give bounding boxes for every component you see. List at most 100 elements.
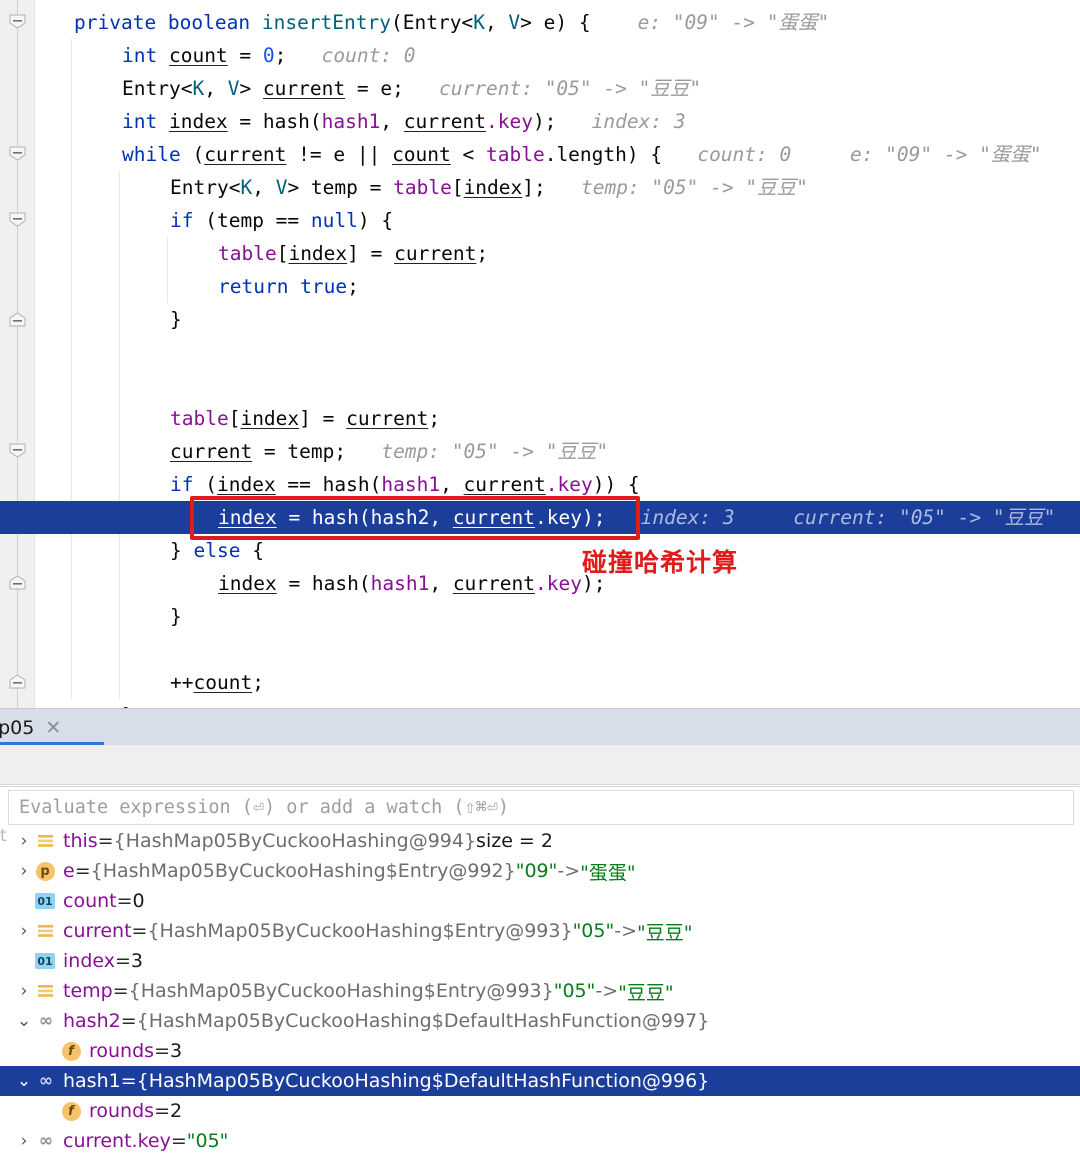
editor-tab-bar[interactable]: hMap05 ✕: [0, 708, 1080, 746]
code-line[interactable]: table[index] = current;: [170, 402, 440, 435]
code-line[interactable]: }: [170, 303, 182, 336]
variable-row[interactable]: f rounds = 3: [0, 1036, 1080, 1066]
inline-debug-hint: index: 3: [556, 110, 686, 133]
code-token: .length) {: [544, 143, 663, 166]
inline-debug-hint: count: 0 e: "09" -> "蛋蛋": [662, 143, 1042, 166]
chevron-right-icon[interactable]: ›: [14, 981, 34, 1001]
code-line[interactable]: Entry<K, V> temp = table[index]; temp: "…: [170, 171, 808, 204]
chevron-down-icon[interactable]: ⌄: [14, 1011, 34, 1031]
variable-row[interactable]: ⌄ ∞ hash2 = {HashMap05ByCuckooHashing$Defa…: [0, 1006, 1080, 1036]
code-token: ] =: [347, 242, 395, 265]
code-line[interactable]: current = temp; temp: "05" -> "豆豆": [170, 435, 608, 468]
chevron-right-icon[interactable]: ›: [14, 831, 34, 851]
evaluate-expression-bar[interactable]: Evaluate expression (⏎) or add a watch (…: [0, 786, 1080, 827]
code-line[interactable]: }: [170, 600, 182, 633]
code-token: index: [168, 110, 228, 133]
variable-arrow: ->: [595, 980, 619, 1002]
variable-row[interactable]: › p e = {HashMap05ByCuckooHashing$Entry@99…: [0, 856, 1080, 886]
code-token: index: [240, 407, 300, 430]
code-token: ,: [204, 77, 228, 100]
variable-name: rounds: [89, 1100, 155, 1122]
variable-row[interactable]: f rounds = 2: [0, 1096, 1080, 1126]
code-line[interactable]: table[index] = current;: [218, 237, 488, 270]
code-line[interactable]: private boolean insertEntry(Entry<K, V> …: [74, 6, 829, 39]
code-lines[interactable]: private boolean insertEntry(Entry<K, V> …: [0, 0, 1080, 708]
object-icon: [34, 924, 56, 939]
chevron-right-icon[interactable]: ›: [14, 921, 34, 941]
code-line[interactable]: while (current != e || count < table.len…: [122, 138, 1042, 171]
variable-name: current: [63, 920, 132, 942]
tab-hmap05[interactable]: hMap05 ✕: [0, 709, 73, 746]
variable-row[interactable]: ⌄ ∞ hash1 = {HashMap05ByCuckooHashing$Defa…: [0, 1066, 1080, 1096]
inline-debug-hint: temp: "05" -> "豆豆": [545, 176, 808, 199]
code-line[interactable]: Entry<K, V> current = e; current: "05" -…: [122, 72, 701, 105]
variable-arrow: ->: [557, 860, 581, 882]
variable-row[interactable]: › current = {HashMap05ByCuckooHashing$Ent…: [0, 916, 1080, 946]
close-icon[interactable]: ✕: [45, 717, 61, 739]
variable-name: count: [63, 890, 117, 912]
variable-row[interactable]: › ∞ current.key = "05": [0, 1126, 1080, 1156]
code-token: }: [170, 605, 182, 628]
watch-icon: ∞: [38, 1131, 53, 1151]
annotation-box: [190, 496, 640, 540]
code-token: > e) {: [520, 11, 591, 34]
variable-equals: =: [131, 920, 148, 942]
watch-icon: ∞: [38, 1071, 53, 1091]
code-line[interactable]: }: [122, 699, 134, 708]
code-token: K: [192, 77, 205, 100]
code-token: current: [170, 440, 253, 463]
code-token: table: [393, 176, 452, 199]
variable-row[interactable]: t › this = {HashMap05ByCuckooHashing@994} …: [0, 826, 1080, 856]
variable-name: this: [63, 830, 98, 852]
code-token: current: [403, 110, 486, 133]
variable-name: temp: [63, 980, 113, 1002]
code-token: ,: [484, 11, 509, 34]
variable-equals: =: [97, 830, 114, 852]
chevron-right-icon[interactable]: ›: [14, 861, 34, 881]
code-token: (: [205, 473, 217, 496]
variable-row[interactable]: › temp = {HashMap05ByCuckooHashing$Entry@…: [0, 976, 1080, 1006]
panel-edge-fragment: [0, 946, 9, 976]
variable-row[interactable]: 01 index = 3: [0, 946, 1080, 976]
code-token: ,: [380, 110, 404, 133]
code-token: hash1: [321, 110, 381, 133]
variable-number: 3: [169, 1040, 183, 1062]
code-editor[interactable]: private boolean insertEntry(Entry<K, V> …: [0, 0, 1080, 708]
code-token: count: [168, 44, 228, 67]
watch-icon: ∞: [38, 1011, 53, 1031]
code-token: hash1: [370, 572, 430, 595]
code-token: );: [532, 110, 557, 133]
code-line[interactable]: int count = 0; count: 0: [122, 39, 416, 72]
variable-row[interactable]: 01 count = 0: [0, 886, 1080, 916]
variable-name: hash1: [63, 1070, 121, 1092]
evaluate-expression-field[interactable]: Evaluate expression (⏎) or add a watch (…: [8, 790, 1074, 825]
variable-arrow: ->: [614, 920, 637, 942]
code-line[interactable]: ++count;: [170, 666, 264, 699]
code-line[interactable]: index = hash(hash1, current.key);: [218, 567, 605, 600]
code-line[interactable]: int index = hash(hash1, current.key); in…: [122, 105, 686, 138]
code-line[interactable]: if (temp == null) {: [170, 204, 393, 237]
code-token: if: [170, 473, 206, 496]
panel-edge-fragment: [0, 1036, 9, 1066]
code-line[interactable]: return true;: [218, 270, 359, 303]
variable-equals: =: [112, 980, 129, 1002]
chevron-right-icon[interactable]: ›: [14, 1131, 34, 1151]
code-token: .key: [545, 473, 593, 496]
tab-label: hMap05: [0, 716, 35, 739]
object-icon: [34, 834, 56, 849]
code-token: Entry<: [170, 176, 241, 199]
code-token: ,: [252, 176, 276, 199]
debugger-toolbar[interactable]: [0, 745, 1080, 785]
chevron-down-icon[interactable]: ⌄: [14, 1071, 34, 1091]
variable-equals: =: [116, 890, 133, 912]
code-token: count: [193, 671, 253, 694]
variables-panel[interactable]: t › this = {HashMap05ByCuckooHashing@994} …: [0, 826, 1080, 1158]
code-token: ;: [428, 407, 441, 430]
code-token: current: [262, 77, 346, 100]
variable-equals: =: [154, 1040, 170, 1062]
code-token: if: [170, 209, 206, 232]
field-icon: f: [60, 1101, 82, 1121]
code-token: = hash(: [276, 572, 371, 595]
code-token: ];: [522, 176, 546, 199]
inline-debug-hint: index: 3 current: "05" -> "豆豆": [605, 506, 1056, 529]
